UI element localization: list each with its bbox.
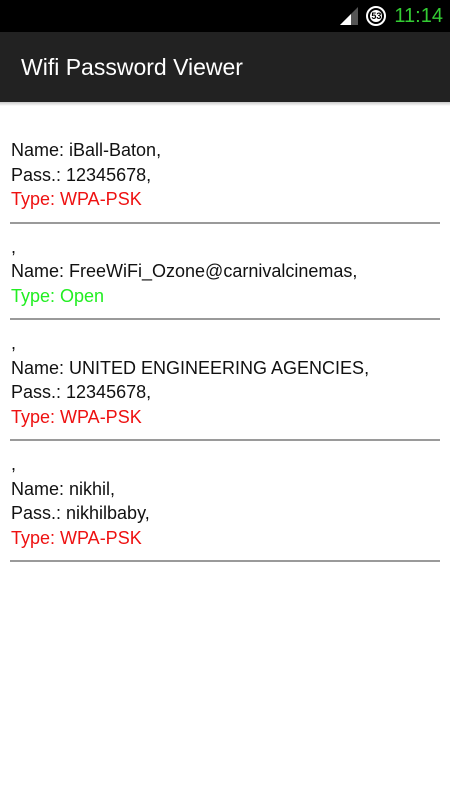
network-name: Name: iBall-Baton, — [11, 140, 162, 160]
entry-separator: , — [11, 236, 17, 257]
network-type: Type: WPA-PSK — [11, 406, 142, 427]
network-type: Type: WPA-PSK — [11, 527, 142, 548]
app-title: Wifi Password Viewer — [21, 53, 243, 80]
network-item[interactable]: , Name: FreeWiFi_Ozone@carnivalcinemas, … — [0, 235, 450, 309]
signal-icon — [340, 7, 359, 25]
network-type: Type: Open — [11, 285, 105, 306]
status-bar: 53 11:14 — [0, 0, 450, 32]
network-type: Type: WPA-PSK — [11, 189, 142, 209]
network-name: Name: UNITED ENGINEERING AGENCIES, — [11, 357, 370, 378]
network-password: Pass.: 12345678, — [11, 382, 152, 402]
entry-separator: , — [11, 333, 17, 353]
action-bar-shadow — [0, 102, 450, 106]
network-name: Name: nikhil, — [11, 478, 116, 499]
divider — [10, 318, 440, 320]
entry-separator: , — [11, 454, 17, 474]
action-bar: Wifi Password Viewer — [0, 32, 450, 102]
battery-level: 53 — [371, 11, 382, 21]
divider — [10, 439, 440, 441]
network-list[interactable]: Name: iBall-Baton, Pass.: 12345678, Type… — [0, 138, 450, 573]
network-password: Pass.: 12345678, — [11, 164, 152, 185]
network-name: Name: FreeWiFi_Ozone@carnivalcinemas, — [11, 261, 358, 281]
network-item[interactable]: Name: iBall-Baton, Pass.: 12345678, Type… — [0, 138, 450, 212]
divider — [10, 221, 440, 224]
battery-icon: 53 — [366, 6, 387, 26]
network-item[interactable]: , Name: nikhil, Pass.: nikhilbaby, Type:… — [0, 452, 450, 550]
clock: 11:14 — [394, 4, 443, 27]
network-password: Pass.: nikhilbaby, — [11, 503, 150, 523]
network-item[interactable]: , Name: UNITED ENGINEERING AGENCIES, Pas… — [0, 331, 450, 429]
divider — [10, 560, 440, 562]
